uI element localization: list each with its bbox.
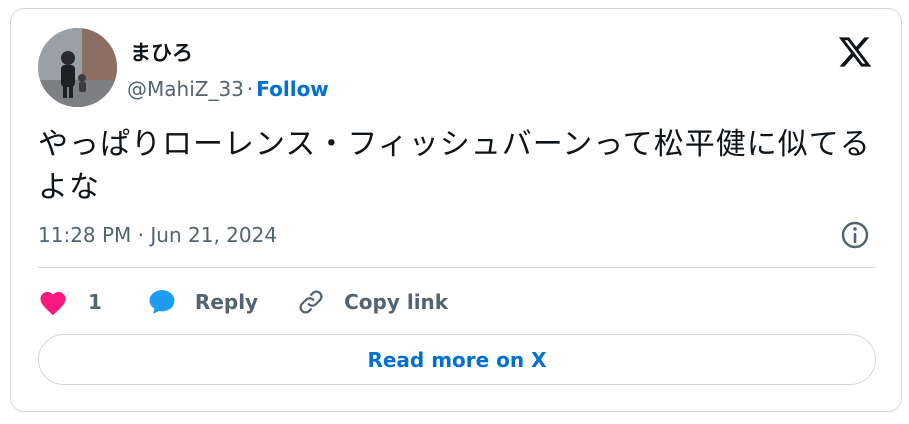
author-handle[interactable]: @MahiZ_33	[127, 77, 244, 101]
x-logo-icon[interactable]	[837, 34, 873, 70]
action-bar: 1 Reply Copy link	[38, 285, 448, 319]
tweet-timestamp[interactable]: 11:28 PM · Jun 21, 2024	[38, 223, 277, 247]
heart-icon	[40, 292, 66, 316]
tweet-card: まひろ @MahiZ_33 · Follow やっぱりローレンス・フィッシュバーンっ…	[10, 8, 902, 412]
author-name[interactable]: まひろ	[130, 37, 193, 67]
avatar[interactable]	[38, 28, 117, 107]
speech-bubble-icon	[149, 290, 175, 314]
read-more-button[interactable]: Read more on X	[38, 334, 876, 385]
info-icon[interactable]	[839, 219, 871, 251]
author-meta: @MahiZ_33 · Follow	[127, 77, 329, 101]
follow-link[interactable]: Follow	[256, 77, 329, 101]
separator-dot: ·	[246, 77, 254, 101]
reply-button[interactable]: Reply	[147, 287, 258, 317]
tweet-text: やっぱりローレンス・フィッシュバーンって松平健に似てるよな	[38, 127, 871, 205]
link-icon	[299, 290, 323, 314]
copy-link-button[interactable]: Copy link	[296, 287, 448, 317]
reply-label: Reply	[194, 290, 259, 314]
like-button[interactable]: 1	[38, 288, 102, 316]
like-count: 1	[88, 290, 102, 314]
divider	[38, 267, 876, 268]
copy-link-label: Copy link	[344, 290, 449, 314]
